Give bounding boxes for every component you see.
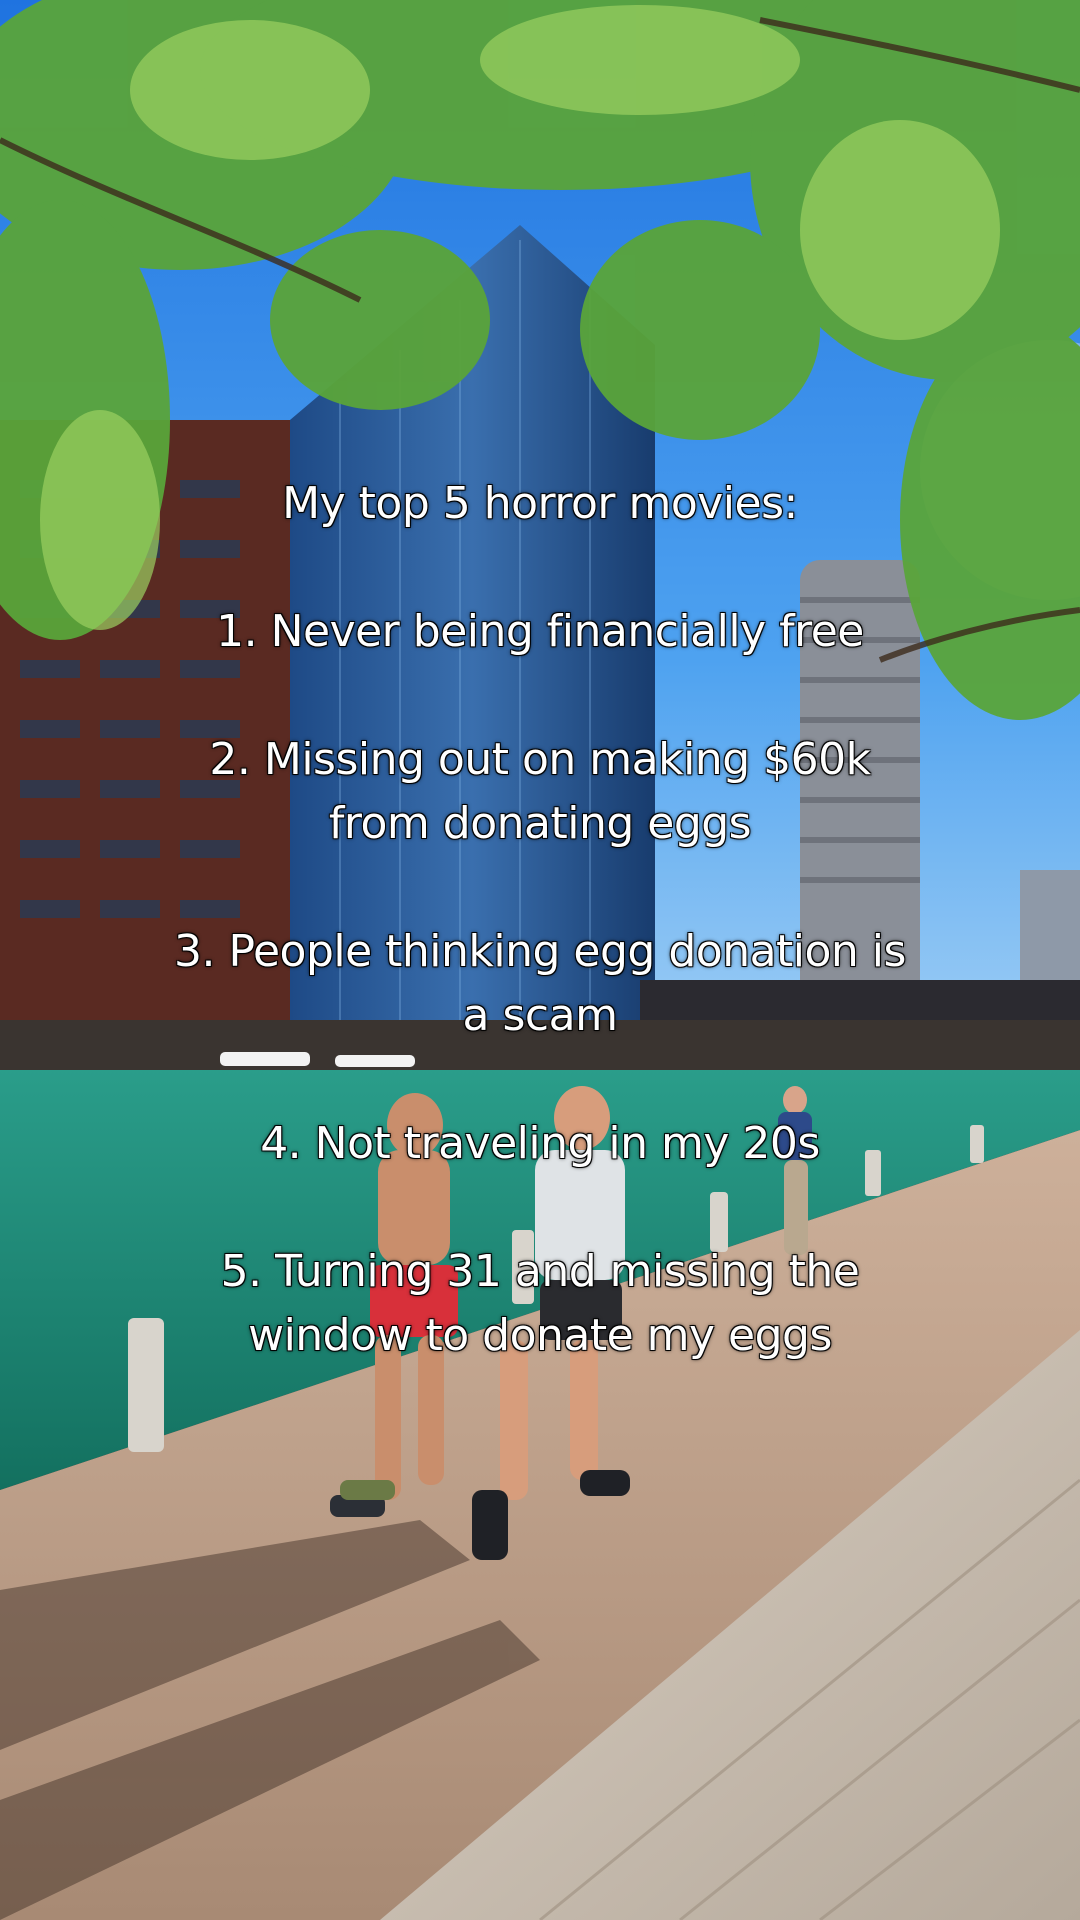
caption-item-1: 1. Never being financially free xyxy=(216,606,864,657)
caption-overlay: My top 5 horror movies: 1. Never being f… xyxy=(0,472,1080,1368)
caption-title: My top 5 horror movies: xyxy=(282,478,798,529)
caption-item-5-line-2: window to donate my eggs xyxy=(248,1310,832,1361)
video-frame: My top 5 horror movies: 1. Never being f… xyxy=(0,0,1080,1920)
caption-item-3-line-2: a scam xyxy=(462,990,618,1041)
caption-item-3-line-1: 3. People thinking egg donation is xyxy=(174,926,906,977)
caption-item-2-line-2: from donating eggs xyxy=(328,798,752,849)
caption-item-5-line-1: 5. Turning 31 and missing the xyxy=(220,1246,860,1297)
caption-item-4: 4. Not traveling in my 20s xyxy=(260,1118,820,1169)
caption-item-2-line-1: 2. Missing out on making $60k xyxy=(209,734,871,785)
